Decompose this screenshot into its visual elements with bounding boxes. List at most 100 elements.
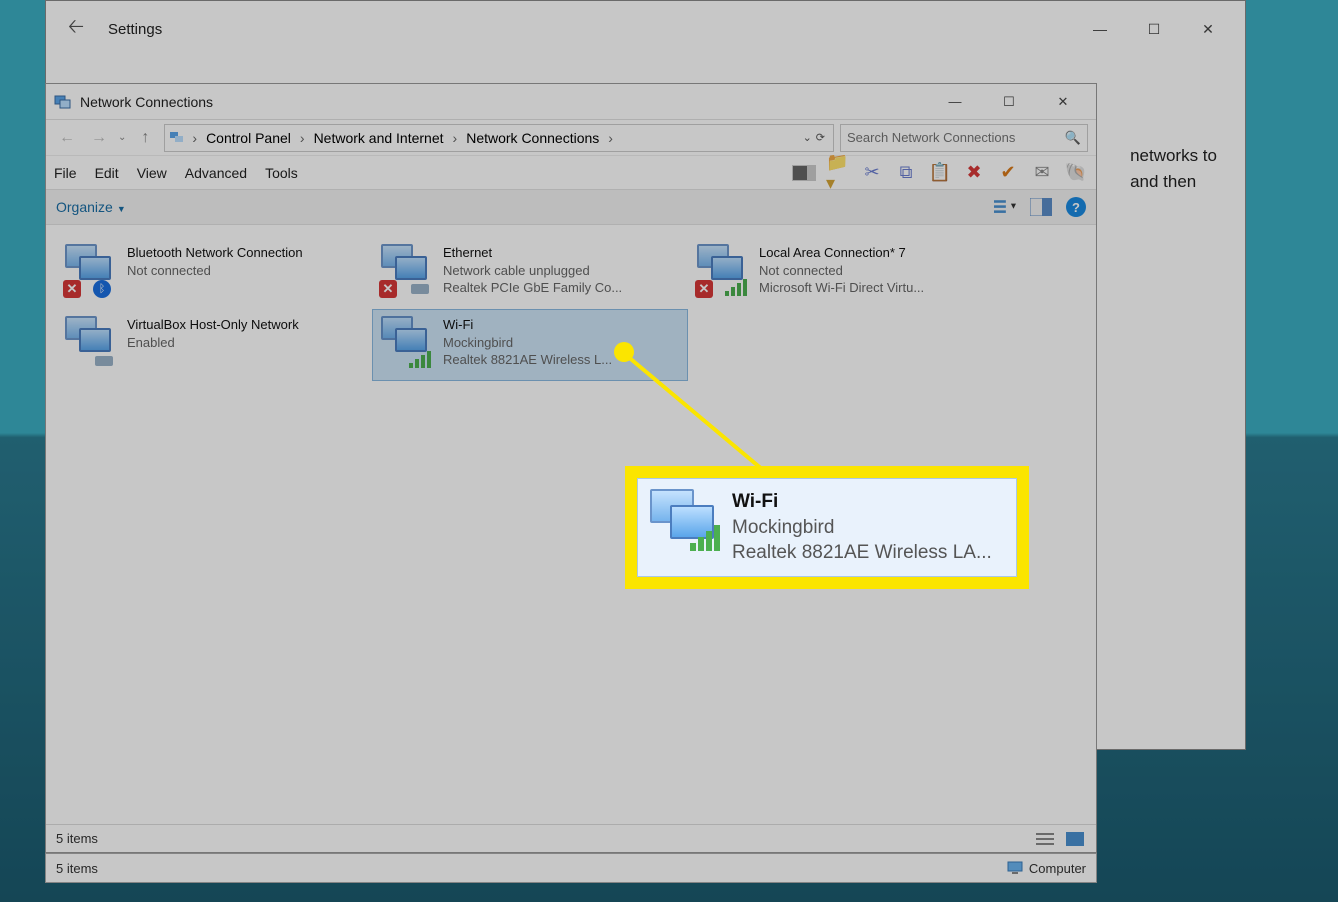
bottom-status-location: Computer [1029, 861, 1086, 876]
nav-forward-icon[interactable]: → [86, 125, 112, 151]
nc-menubar: File Edit View Advanced Tools 📁▾ ✂ ⧉ 📋 ✖… [46, 155, 1096, 189]
view-options-icon[interactable] [994, 196, 1016, 218]
callout-inner: Wi-Fi Mockingbird Realtek 8821AE Wireles… [637, 478, 1017, 577]
connection-item-local-area-connection-7[interactable]: ✕Local Area Connection* 7Not connectedMi… [688, 237, 1004, 309]
adapter-text: Local Area Connection* 7Not connectedMic… [759, 244, 924, 302]
preview-pane-icon[interactable] [1030, 196, 1052, 218]
nav-up-icon[interactable]: ↑ [132, 125, 158, 151]
adapter-line3: Realtek PCIe GbE Family Co... [443, 279, 622, 297]
nav-back-icon[interactable]: ← [54, 125, 80, 151]
folder-options-icon[interactable]: 📁▾ [826, 161, 850, 185]
details-view-icon[interactable] [1034, 828, 1056, 850]
menu-file[interactable]: File [54, 165, 77, 181]
app-icon [54, 93, 72, 111]
maximize-button[interactable]: ☐ [1139, 14, 1169, 44]
callout-box: Wi-Fi Mockingbird Realtek 8821AE Wireles… [625, 466, 1029, 589]
connection-item-wi-fi[interactable]: Wi-FiMockingbirdRealtek 8821AE Wireless … [372, 309, 688, 381]
nc-titlebar: Network Connections — ☐ ✕ [46, 84, 1096, 119]
callout-line2: Mockingbird [732, 515, 992, 541]
status-item-count: 5 items [56, 831, 98, 846]
adapter-line3: Realtek 8821AE Wireless L... [443, 351, 612, 369]
settings-window-controls: — ☐ ✕ [1085, 14, 1235, 44]
body-frag-2: and then [1130, 172, 1196, 191]
menu-right-icons: 📁▾ ✂ ⧉ 📋 ✖ ✔ ✉ 🐚 [792, 161, 1088, 185]
bottom-status-text: 5 items [56, 861, 98, 876]
bottom-status-bar: 5 items Computer [45, 853, 1097, 883]
organize-menu[interactable]: Organize▼ [56, 199, 126, 215]
adapter-icon [65, 316, 117, 368]
copy-icon[interactable]: ⧉ [894, 161, 918, 185]
callout-line3: Realtek 8821AE Wireless LA... [732, 540, 992, 566]
body-frag-1: networks to [1130, 146, 1217, 165]
shell-icon[interactable]: 🐚 [1064, 161, 1088, 185]
connection-item-ethernet[interactable]: ✕EthernetNetwork cable unpluggedRealtek … [372, 237, 688, 309]
refresh-icon[interactable]: ⟳ [816, 131, 825, 144]
cut-icon[interactable]: ✂ [860, 161, 884, 185]
crumb-network-internet[interactable]: Network and Internet [308, 130, 450, 146]
nav-history-dropdown[interactable]: ⌄ [118, 132, 126, 143]
adapter-name: Bluetooth Network Connection [127, 244, 303, 262]
adapter-line3: Microsoft Wi-Fi Direct Virtu... [759, 279, 924, 297]
adapter-name: VirtualBox Host-Only Network [127, 316, 299, 334]
mail-icon[interactable]: ✉ [1030, 161, 1054, 185]
adapter-text: VirtualBox Host-Only NetworkEnabled [127, 316, 299, 374]
crumb-sep: › [189, 130, 200, 146]
menu-view[interactable]: View [137, 165, 167, 181]
adapter-name: Wi-Fi [443, 316, 612, 334]
adapter-icon: ✕ᛒ [65, 244, 117, 296]
adapter-text: Bluetooth Network ConnectionNot connecte… [127, 244, 303, 302]
maximize-button[interactable]: ☐ [994, 87, 1024, 117]
back-button[interactable]: 🡠 [56, 12, 96, 46]
callout-name: Wi-Fi [732, 489, 992, 515]
toggle-icon[interactable] [792, 161, 816, 185]
menu-edit[interactable]: Edit [95, 165, 119, 181]
paste-icon[interactable]: 📋 [928, 161, 952, 185]
nc-title: Network Connections [80, 94, 940, 110]
organize-label: Organize [56, 199, 113, 215]
crumb-sep: › [297, 130, 308, 146]
minimize-button[interactable]: — [1085, 14, 1115, 44]
adapter-icon: ✕ [697, 244, 749, 296]
nc-statusbar: 5 items [46, 824, 1096, 852]
address-bar[interactable]: › Control Panel › Network and Internet ›… [164, 124, 834, 152]
crumb-control-panel[interactable]: Control Panel [200, 130, 297, 146]
adapter-name: Local Area Connection* 7 [759, 244, 924, 262]
minimize-button[interactable]: — [940, 87, 970, 117]
help-icon[interactable]: ? [1066, 197, 1086, 217]
computer-icon [1007, 861, 1023, 875]
nc-window-controls: — ☐ ✕ [940, 87, 1088, 117]
callout-adapter-icon [650, 489, 722, 551]
nc-nav-toolbar: ← → ⌄ ↑ › Control Panel › Network and In… [46, 119, 1096, 155]
adapter-line2: Not connected [759, 262, 924, 280]
adapter-line2: Enabled [127, 334, 299, 352]
large-icons-view-icon[interactable] [1064, 828, 1086, 850]
adapter-line2: Not connected [127, 262, 303, 280]
connection-item-virtualbox-host-only-network[interactable]: VirtualBox Host-Only NetworkEnabled [56, 309, 372, 381]
settings-title: Settings [108, 21, 1085, 38]
adapter-icon: ✕ [381, 244, 433, 296]
crumb-sep: › [450, 130, 461, 146]
adapter-line2: Mockingbird [443, 334, 612, 352]
close-button[interactable]: ✕ [1048, 87, 1078, 117]
delete-icon[interactable]: ✖ [962, 161, 986, 185]
adapter-line2: Network cable unplugged [443, 262, 622, 280]
search-input[interactable] [847, 130, 1065, 145]
adapter-icon [381, 316, 433, 368]
address-icon [169, 129, 187, 147]
adapter-text: Wi-FiMockingbirdRealtek 8821AE Wireless … [443, 316, 612, 374]
settings-titlebar: 🡠 Settings — ☐ ✕ [46, 1, 1245, 57]
connection-item-bluetooth-network-connection[interactable]: ✕ᛒBluetooth Network ConnectionNot connec… [56, 237, 372, 309]
menu-tools[interactable]: Tools [265, 165, 298, 181]
address-dropdown-icon[interactable]: ⌄ [803, 131, 812, 144]
search-icon[interactable]: 🔍 [1065, 130, 1081, 146]
adapter-text: EthernetNetwork cable unpluggedRealtek P… [443, 244, 622, 302]
menu-advanced[interactable]: Advanced [185, 165, 247, 181]
adapter-name: Ethernet [443, 244, 622, 262]
nc-command-bar: Organize▼ ? [46, 189, 1096, 225]
settings-body-fragment: networks to and then [1130, 143, 1217, 194]
crumb-sep: › [605, 130, 616, 146]
crumb-network-connections[interactable]: Network Connections [460, 130, 605, 146]
check-icon[interactable]: ✔ [996, 161, 1020, 185]
close-button[interactable]: ✕ [1193, 14, 1223, 44]
search-box[interactable]: 🔍 [840, 124, 1088, 152]
